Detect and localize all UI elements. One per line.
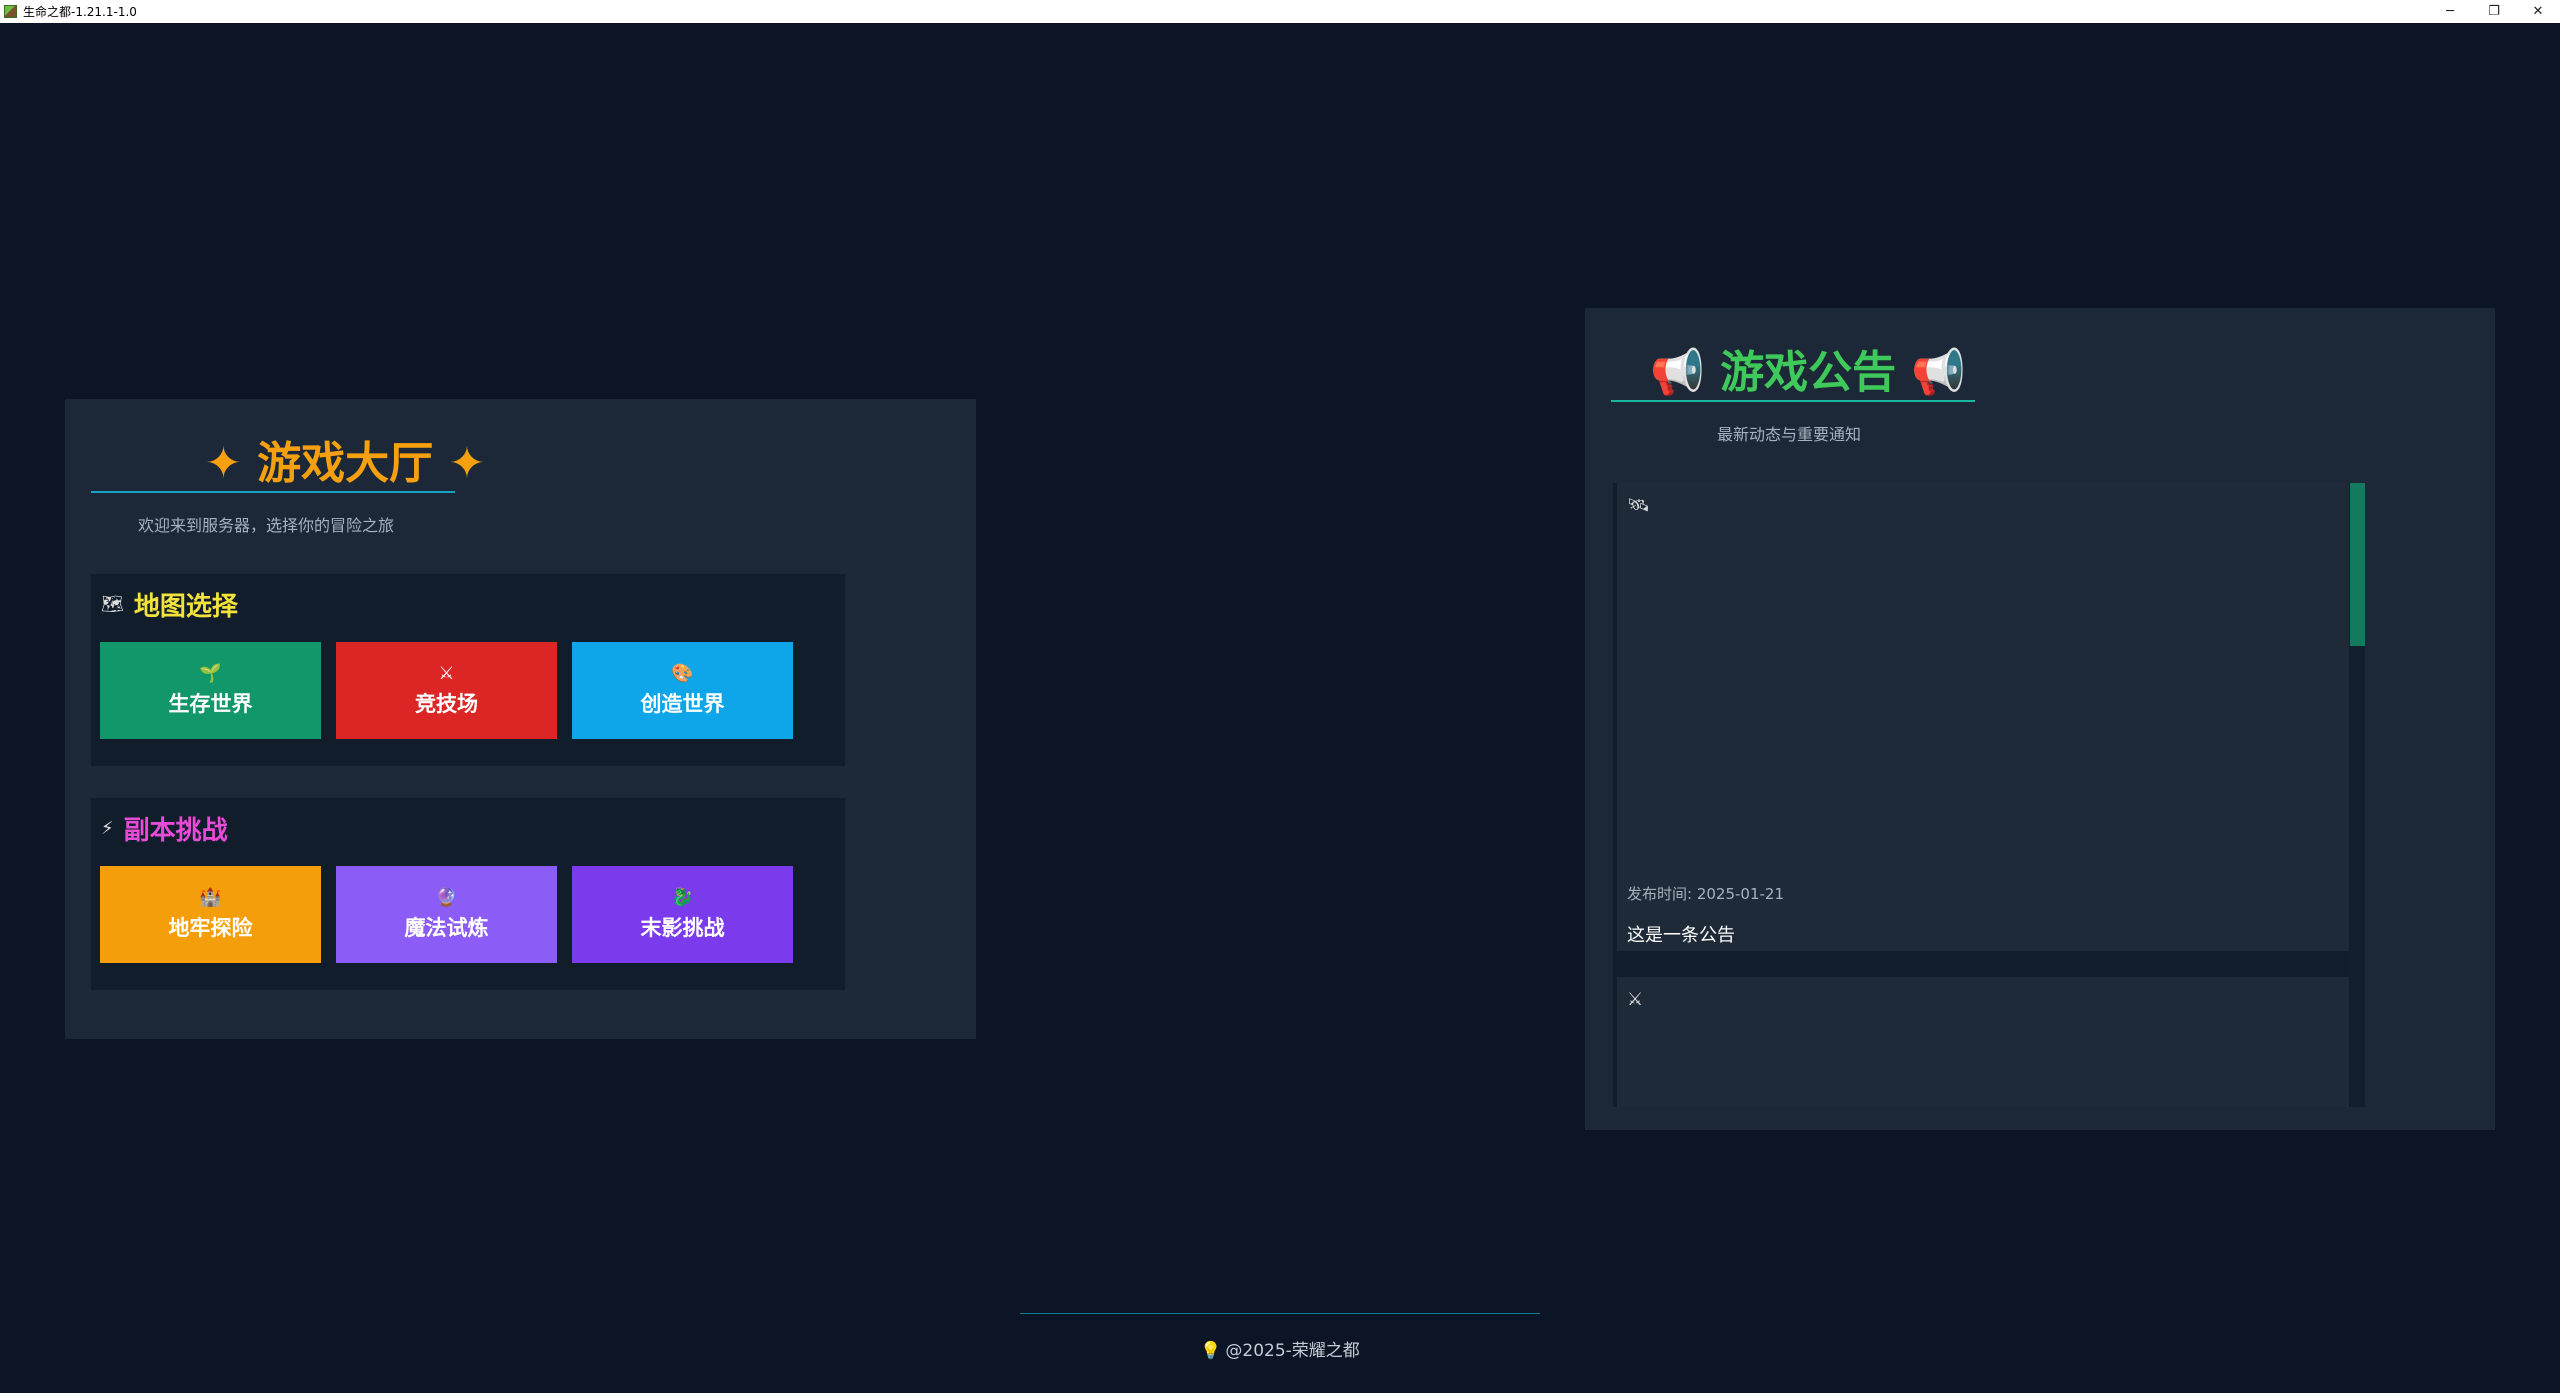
announcement-title-divider bbox=[1611, 400, 1975, 402]
survival-world-button[interactable]: 🌱 生存世界 bbox=[100, 642, 321, 739]
lobby-subtitle: 欢迎来到服务器，选择你的冒险之旅 bbox=[138, 516, 395, 535]
announcement-subtitle: 最新动态与重要通知 bbox=[1717, 425, 1862, 444]
announcement-date: 发布时间: 2025-01-21 bbox=[1627, 885, 1784, 903]
survival-world-label: 生存世界 bbox=[168, 691, 253, 716]
window-controls: ─ ❐ ✕ bbox=[2428, 0, 2560, 23]
copyright-text: @2025-荣耀之都 bbox=[1225, 1341, 1360, 1361]
window-titlebar: 生命之都-1.21.1-1.0 ─ ❐ ✕ bbox=[0, 0, 2560, 23]
game-lobby-panel: ✦ 游戏大厅 ✦ 欢迎来到服务器，选择你的冒险之旅 🗺 地图选择 🌱 生存世界 … bbox=[65, 399, 976, 1039]
lobby-title-divider bbox=[91, 491, 455, 493]
minimize-button[interactable]: ─ bbox=[2428, 0, 2472, 23]
crossed-swords-icon: ⚔ bbox=[438, 662, 455, 684]
dungeon-challenge-title: 副本挑战 bbox=[123, 816, 228, 846]
announcement-list[interactable]: 🛰 发布时间: 2025-01-21 这是一条公告 ⚔ bbox=[1613, 483, 2365, 1107]
castle-icon: 🏰 bbox=[199, 886, 222, 908]
creative-world-label: 创造世界 bbox=[640, 691, 725, 716]
creative-world-button[interactable]: 🎨 创造世界 bbox=[572, 642, 793, 739]
map-selection-title: 地图选择 bbox=[133, 592, 238, 622]
dragon-icon: 🐉 bbox=[671, 886, 694, 908]
scrollbar-thumb[interactable] bbox=[2350, 483, 2365, 646]
palette-icon: 🎨 bbox=[671, 662, 694, 684]
dungeon-challenge-header: ⚡ 副本挑战 bbox=[101, 810, 228, 847]
crossed-swords-icon: ⚔ bbox=[1627, 989, 1644, 1010]
magic-trial-button[interactable]: 🔮 魔法试炼 bbox=[336, 866, 557, 963]
announcement-title: 📢 游戏公告 📢 bbox=[1650, 347, 1967, 398]
footer-divider bbox=[1020, 1313, 1540, 1314]
ender-challenge-label: 末影挑战 bbox=[640, 915, 725, 940]
lightbulb-icon: 💡 bbox=[1200, 1341, 1222, 1361]
arena-button[interactable]: ⚔ 竞技场 bbox=[336, 642, 557, 739]
dungeon-explore-button[interactable]: 🏰 地牢探险 bbox=[100, 866, 321, 963]
restore-button[interactable]: ❐ bbox=[2472, 0, 2516, 23]
map-tiles: 🌱 生存世界 ⚔ 竞技场 🎨 创造世界 bbox=[100, 642, 793, 739]
world-map-icon: 🗺 bbox=[101, 594, 124, 615]
footer: 💡 @2025-荣耀之都 bbox=[0, 1336, 2560, 1361]
lobby-title: ✦ 游戏大厅 ✦ bbox=[205, 438, 486, 489]
lightning-icon: ⚡ bbox=[101, 818, 114, 839]
announcement-item[interactable]: ⚔ bbox=[1617, 977, 2349, 1107]
dungeon-tiles: 🏰 地牢探险 🔮 魔法试炼 🐉 末影挑战 bbox=[100, 866, 793, 963]
magic-trial-label: 魔法试炼 bbox=[404, 915, 489, 940]
announcement-scrollbar[interactable] bbox=[2350, 483, 2365, 1107]
close-button[interactable]: ✕ bbox=[2516, 0, 2560, 23]
crystal-ball-icon: 🔮 bbox=[435, 886, 458, 908]
arena-label: 竞技场 bbox=[415, 691, 478, 716]
announcement-item[interactable]: 🛰 发布时间: 2025-01-21 这是一条公告 bbox=[1617, 483, 2349, 951]
satellite-icon: 🛰 bbox=[1627, 495, 1650, 516]
map-selection-section: 🗺 地图选择 🌱 生存世界 ⚔ 竞技场 🎨 创造世界 bbox=[91, 574, 845, 766]
map-selection-header: 🗺 地图选择 bbox=[101, 586, 238, 623]
ender-challenge-button[interactable]: 🐉 末影挑战 bbox=[572, 866, 793, 963]
game-announcement-panel: 📢 游戏公告 📢 最新动态与重要通知 🛰 发布时间: 2025-01-21 这是… bbox=[1585, 308, 2495, 1130]
dungeon-challenge-section: ⚡ 副本挑战 🏰 地牢探险 🔮 魔法试炼 🐉 末影挑战 bbox=[91, 798, 845, 990]
announcement-text: 这是一条公告 bbox=[1627, 925, 1735, 946]
dungeon-explore-label: 地牢探险 bbox=[168, 915, 253, 940]
app-icon bbox=[4, 5, 17, 18]
seedling-icon: 🌱 bbox=[199, 662, 222, 684]
window-title: 生命之都-1.21.1-1.0 bbox=[23, 5, 137, 19]
